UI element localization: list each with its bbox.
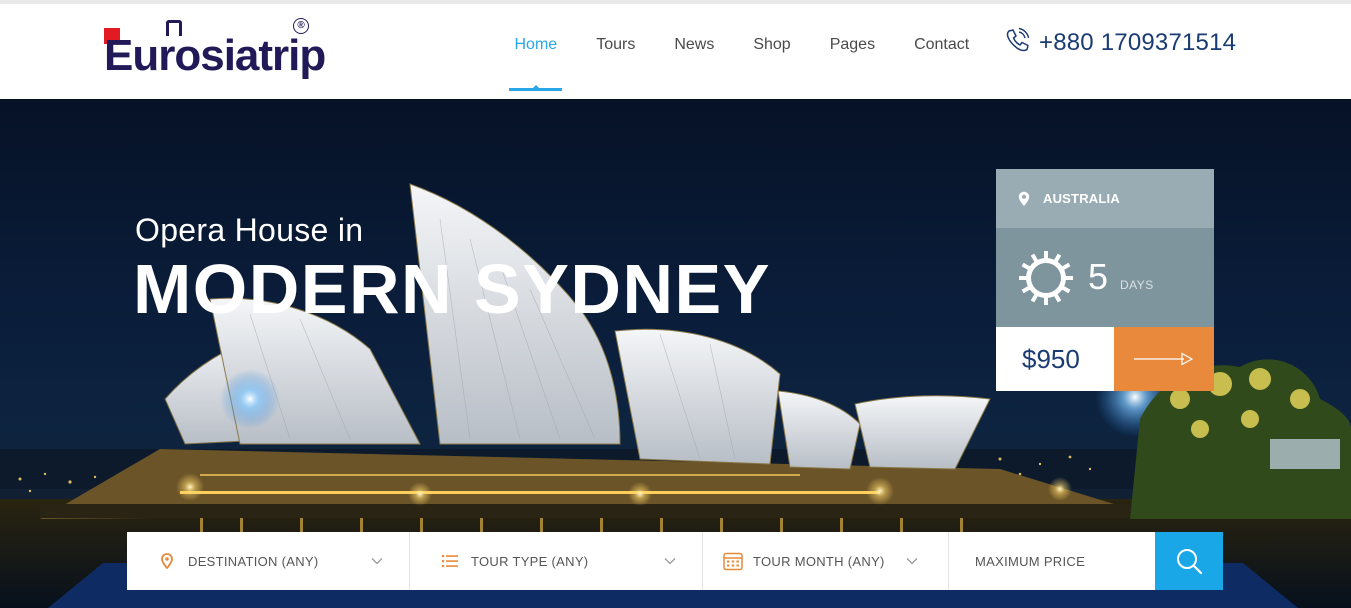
main-nav: Home Tours News Shop Pages Contact bbox=[495, 24, 989, 64]
logo-text: Eurosiatrip bbox=[104, 31, 326, 80]
map-pin-icon bbox=[1018, 191, 1030, 206]
tour-type-select[interactable]: TOUR TYPE (ANY) bbox=[410, 532, 703, 590]
registered-mark: ® bbox=[293, 18, 309, 34]
nav-active-indicator bbox=[509, 85, 562, 91]
calendar-icon bbox=[723, 551, 743, 571]
nav-item-home[interactable]: Home bbox=[495, 31, 577, 58]
header-phone[interactable]: +880 1709371514 bbox=[1003, 26, 1236, 59]
tour-card-location: AUSTRALIA bbox=[996, 169, 1214, 228]
phone-number: +880 1709371514 bbox=[1039, 28, 1237, 56]
hero-banner: Opera House in MODERN SYDNEY AUSTRALIA 5… bbox=[0, 99, 1351, 608]
destination-select[interactable]: DESTINATION (ANY) bbox=[127, 532, 410, 590]
nav-item-shop[interactable]: Shop bbox=[734, 31, 810, 58]
site-header: Eurosiatrip ® Home Tours News Shop Pages… bbox=[0, 0, 1351, 99]
tour-month-label: TOUR MONTH (ANY) bbox=[753, 553, 885, 569]
tour-card: AUSTRALIA 5 DAYS $950 bbox=[996, 169, 1214, 391]
tour-card-footer: $950 bbox=[996, 327, 1214, 391]
tour-location-label: AUSTRALIA bbox=[1043, 191, 1120, 206]
view-tour-button[interactable] bbox=[1114, 327, 1214, 391]
nav-item-pages[interactable]: Pages bbox=[810, 31, 894, 58]
tour-month-select[interactable]: TOUR MONTH (ANY) bbox=[703, 532, 949, 590]
destination-label: DESTINATION (ANY) bbox=[188, 553, 319, 569]
chevron-down-icon bbox=[664, 558, 676, 565]
sun-icon bbox=[1019, 251, 1073, 305]
maximum-price-input[interactable]: MAXIMUM PRICE bbox=[949, 532, 1155, 590]
list-icon bbox=[442, 553, 458, 569]
nav-item-news[interactable]: News bbox=[655, 31, 734, 58]
hero-subtitle: Opera House in bbox=[135, 212, 364, 248]
phone-icon bbox=[1003, 26, 1031, 59]
tour-card-duration: 5 DAYS bbox=[996, 228, 1214, 327]
chevron-down-icon bbox=[371, 558, 383, 565]
search-icon bbox=[1177, 549, 1203, 575]
tour-price: $950 bbox=[996, 327, 1114, 391]
map-pin-icon bbox=[159, 553, 175, 569]
search-button[interactable] bbox=[1155, 532, 1223, 590]
tour-type-label: TOUR TYPE (ANY) bbox=[471, 553, 589, 569]
hero-title: MODERN SYDNEY bbox=[133, 250, 771, 328]
tour-duration-unit: DAYS bbox=[1120, 278, 1154, 292]
site-logo[interactable]: Eurosiatrip ® bbox=[104, 18, 326, 92]
tour-duration-value: 5 bbox=[1088, 256, 1109, 297]
tour-search-bar: DESTINATION (ANY) TOUR TYPE (ANY) TOUR M… bbox=[127, 532, 1223, 590]
chevron-down-icon bbox=[906, 558, 918, 565]
arrow-right-icon bbox=[1134, 352, 1194, 366]
maximum-price-placeholder: MAXIMUM PRICE bbox=[975, 553, 1086, 569]
nav-item-contact[interactable]: Contact bbox=[895, 31, 989, 58]
nav-item-tours[interactable]: Tours bbox=[577, 31, 655, 58]
